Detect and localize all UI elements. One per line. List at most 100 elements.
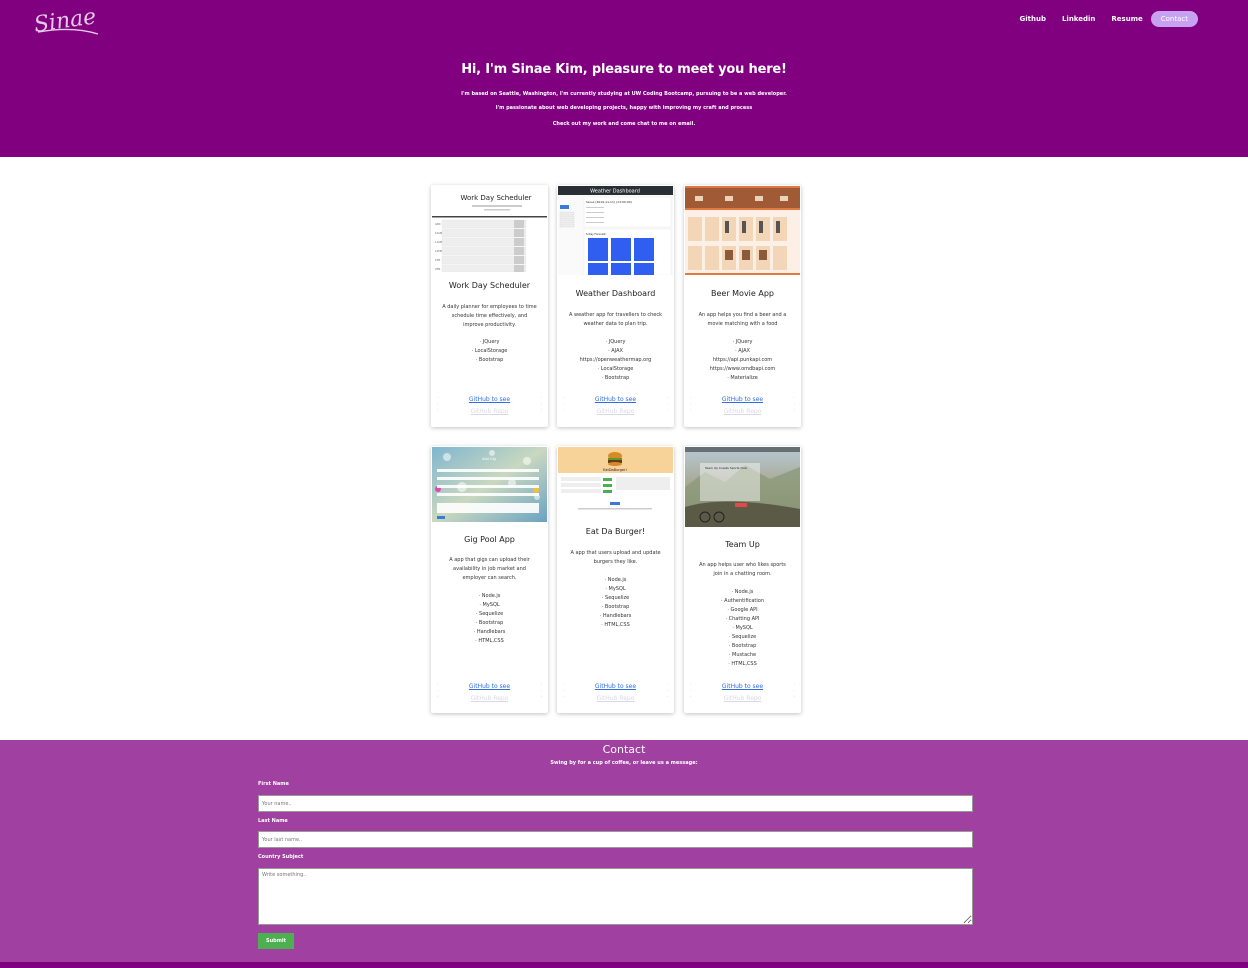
tech-item: · Bootstrap: [601, 604, 630, 610]
hero-line-2: I'm passionate about web developing proj…: [495, 105, 753, 111]
project-card-eat-da-burger: EatDaBurger! Eat Da Burger! A app that u…: [557, 446, 674, 713]
first-name-input[interactable]: [258, 795, 973, 812]
tech-list: · Node.js · MySQL · Sequelize · Bootstra…: [431, 592, 548, 646]
project-screenshot: Work Day Scheduler 9AM 10AM 11AM 12PM 1P…: [432, 186, 547, 272]
tech-list: · JQuery · LocalStorage · Bootstrap: [431, 338, 548, 365]
tech-item: · HTML,CSS: [728, 661, 757, 667]
svg-text:9AM: 9AM: [435, 222, 440, 226]
carousel-right-dots: · · ·: [540, 395, 542, 413]
card-title: Work Day Scheduler: [448, 281, 531, 290]
tech-list: · Node.js · Authentification · Google AP…: [684, 588, 801, 669]
hero-header: Sinae Github Linkedin Resume Contact Hi,…: [0, 0, 1248, 157]
tech-item: · Sequelize: [475, 611, 504, 617]
tech-item: · MySQL: [479, 602, 500, 608]
project-card-weather-dashboard: Weather Dashboard Seoul (2019-11-11) (13…: [557, 185, 674, 427]
subject-textarea[interactable]: [258, 868, 973, 925]
tech-item: https://api.punkapi.com: [712, 357, 773, 363]
first-name-label: First Name: [258, 781, 289, 787]
tech-item: · Node.js: [478, 593, 501, 599]
svg-text:Seoul (2019-11-11) (13:00:00): Seoul (2019-11-11) (13:00:00): [586, 200, 632, 204]
svg-text:12PM: 12PM: [435, 249, 442, 253]
svg-text:Sinae: Sinae: [32, 4, 97, 37]
nav-resume-link[interactable]: Resume: [1111, 15, 1142, 23]
tech-item: · JQuery: [732, 339, 753, 345]
project-card-work-day-scheduler: Work Day Scheduler 9AM 10AM 11AM 12PM 1P…: [431, 185, 548, 427]
tech-item: · Handlebars: [473, 629, 506, 635]
svg-text:Add Gig: Add Gig: [482, 457, 496, 461]
hero-title: Hi, I'm Sinae Kim, pleasure to meet you …: [461, 62, 787, 77]
github-link[interactable]: GitHub to see: [557, 683, 674, 690]
nav-github-link[interactable]: Github: [1020, 15, 1046, 23]
github-link[interactable]: GitHub to see: [684, 396, 801, 403]
svg-text:1PM: 1PM: [435, 258, 440, 262]
logo[interactable]: Sinae: [32, 2, 100, 38]
project-screenshot: Team Up Create Sports Club: [685, 447, 800, 527]
svg-text:Work Day Scheduler: Work Day Scheduler: [460, 194, 531, 202]
tech-item: · JQuery: [605, 339, 626, 345]
last-name-label: Last Name: [258, 818, 288, 824]
top-nav: Github Linkedin Resume Contact: [1004, 11, 1198, 27]
svg-text:Weather Dashboard: Weather Dashboard: [590, 189, 640, 195]
tech-item: · Bootstrap: [475, 620, 504, 626]
svg-text:EatDaBurger!: EatDaBurger!: [603, 468, 627, 472]
github-link[interactable]: GitHub to see: [431, 396, 548, 403]
github-repo-link[interactable]: GitHub Repo: [684, 408, 801, 415]
github-repo-link[interactable]: GitHub Repo: [557, 408, 674, 415]
hero-line-3: Check out my work and come chat to me on…: [552, 121, 696, 127]
tech-list: · Node.js · MySQL · Sequelize · Bootstra…: [557, 576, 674, 630]
tech-list: · JQuery · AJAX https://api.punkapi.com …: [684, 338, 801, 383]
carousel-right-dots: · · ·: [793, 682, 795, 700]
card-description: A app that users upload and update burge…: [570, 550, 661, 565]
github-link[interactable]: GitHub to see: [684, 683, 801, 690]
tech-list: · JQuery · AJAX https://openweathermap.o…: [557, 338, 674, 383]
tech-item: https://www.omdbapi.com: [709, 366, 776, 372]
svg-text:2PM: 2PM: [435, 267, 440, 271]
project-screenshot: Add Gig: [432, 447, 547, 522]
carousel-left-dots: · · ·: [437, 682, 439, 700]
github-repo-link[interactable]: GitHub Repo: [684, 695, 801, 702]
tech-item: · Sequelize: [728, 634, 757, 640]
tech-item: · Handlebars: [599, 613, 632, 619]
tech-item: · JQuery: [479, 339, 500, 345]
tech-item: · LocalStorage: [471, 348, 508, 354]
tech-item: https://openweathermap.org: [579, 357, 652, 363]
card-description: An app helps you find a beer and a movie…: [698, 312, 787, 327]
card-title: Weather Dashboard: [575, 289, 656, 298]
project-screenshot: [685, 186, 800, 275]
github-link[interactable]: GitHub to see: [557, 396, 674, 403]
project-screenshot: EatDaBurger!: [558, 447, 673, 515]
tech-item: · MySQL: [605, 586, 626, 592]
tech-item: · Bootstrap: [601, 375, 630, 381]
svg-text:10AM: 10AM: [435, 231, 442, 235]
github-repo-link[interactable]: GitHub Repo: [557, 695, 674, 702]
tech-item: · Materialize: [727, 375, 758, 381]
project-card-beer-movie-app: Beer Movie App An app helps you find a b…: [684, 185, 801, 427]
last-name-input[interactable]: [258, 831, 973, 848]
project-screenshot: Weather Dashboard Seoul (2019-11-11) (13…: [558, 186, 673, 275]
tech-item: · Bootstrap: [475, 357, 504, 363]
tech-item: · AJAX: [735, 348, 750, 354]
tech-item: · Chatting API: [725, 616, 760, 622]
github-repo-link[interactable]: GitHub Repo: [431, 695, 548, 702]
nav-linkedin-link[interactable]: Linkedin: [1062, 15, 1095, 23]
carousel-left-dots: · · ·: [563, 395, 565, 413]
submit-button[interactable]: Submit: [258, 933, 294, 949]
carousel-right-dots: · · ·: [540, 682, 542, 700]
tech-item: · HTML,CSS: [601, 622, 630, 628]
nav-contact-button[interactable]: Contact: [1150, 11, 1198, 27]
footer-bar: [0, 962, 1248, 968]
svg-text:Team Up Create Sports Club: Team Up Create Sports Club: [704, 466, 747, 470]
subject-label: Country Subject: [258, 854, 304, 860]
github-repo-link[interactable]: GitHub Repo: [431, 408, 548, 415]
project-card-gig-pool-app: Add Gig Gig Pool App A app that gigs can…: [431, 446, 548, 713]
tech-item: · Node.js: [604, 577, 627, 583]
github-link[interactable]: GitHub to see: [431, 683, 548, 690]
card-description: A weather app for travellers to check we…: [568, 312, 663, 327]
contact-section: Contact Swing by for a cup of coffee, or…: [0, 740, 1248, 968]
card-title: Team Up: [725, 540, 760, 549]
card-description: A daily planner for employees to time sc…: [442, 304, 537, 328]
carousel-left-dots: · · ·: [437, 395, 439, 413]
carousel-right-dots: · · ·: [793, 395, 795, 413]
tech-item: · Authentification: [720, 598, 765, 604]
tech-item: · Node.js: [731, 589, 754, 595]
